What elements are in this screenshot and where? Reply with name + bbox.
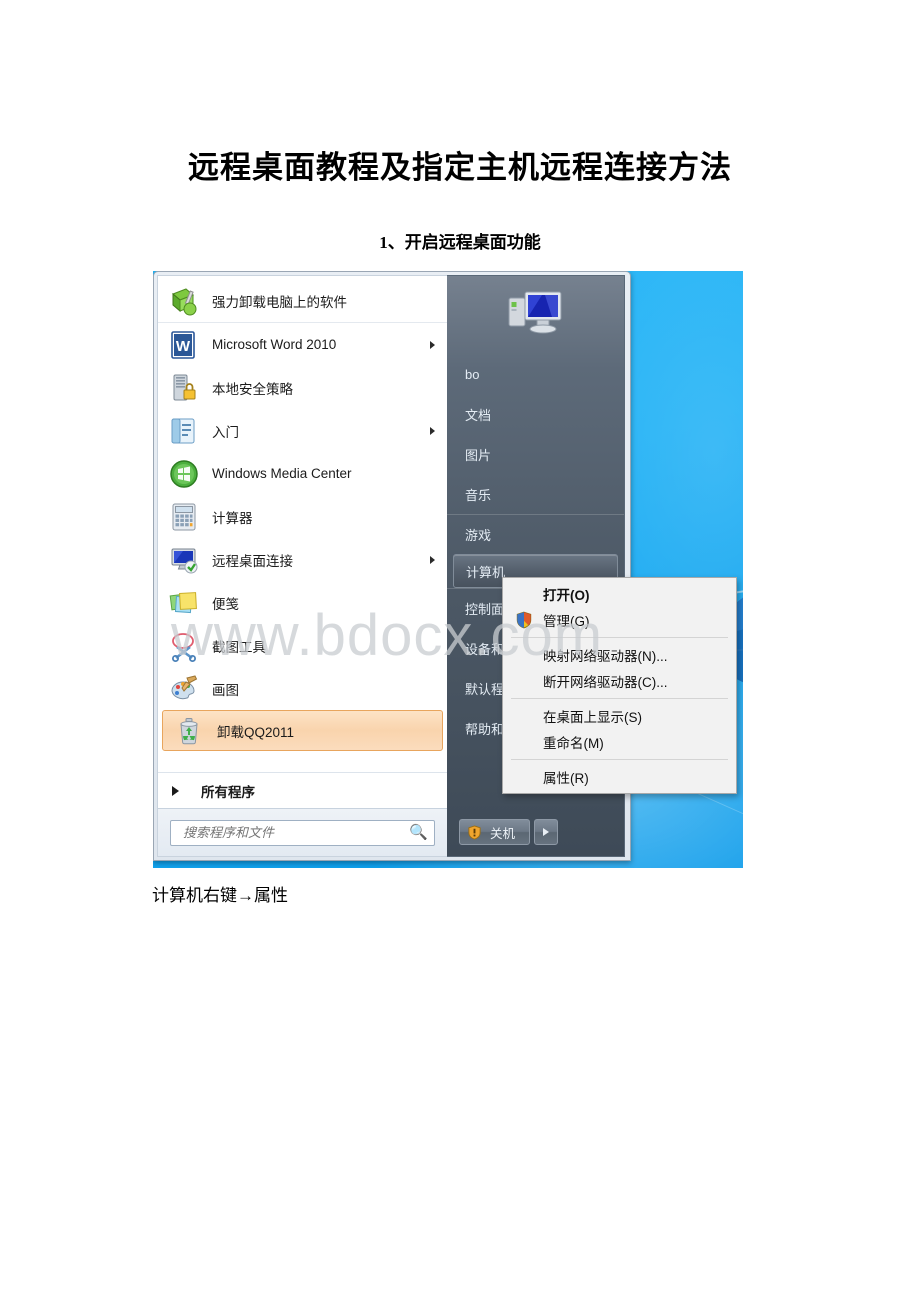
start-menu-place-pictures[interactable]: 图片: [447, 434, 624, 474]
context-menu-item-manage[interactable]: 管理(G): [503, 607, 736, 633]
start-menu-item-remote-desktop[interactable]: 远程桌面连接: [158, 538, 447, 581]
context-menu-item-label: 断开网络驱动器(C)...: [543, 675, 668, 690]
place-label: 图片: [465, 447, 492, 463]
start-menu-item-label: 画图: [212, 682, 239, 698]
context-menu-item-label: 重命名(M): [543, 736, 604, 751]
context-menu-separator: [511, 637, 728, 638]
place-label: 计算机: [466, 564, 506, 580]
start-menu-place-music[interactable]: 音乐: [447, 474, 624, 514]
page-title: 远程桌面教程及指定主机远程连接方法: [188, 150, 732, 185]
start-menu-place-user[interactable]: bo: [447, 354, 624, 394]
context-menu-separator: [511, 759, 728, 760]
recycle-bin-icon: [180, 717, 198, 744]
start-menu-item-uninstall-tool[interactable]: 强力卸载电脑上的软件: [158, 280, 447, 323]
place-label: bo: [465, 366, 480, 382]
program-list[interactable]: 强力卸载电脑上的软件 W Microsoft Word 2010 本地安全策略 …: [158, 276, 447, 772]
context-menu-item-map-network-drive[interactable]: 映射网络驱动器(N)...: [503, 642, 736, 668]
start-menu-item-label: 计算器: [212, 510, 253, 526]
place-label: 音乐: [465, 487, 492, 503]
place-label: 文档: [465, 407, 492, 423]
uac-shield-icon: [516, 611, 532, 629]
context-menu-item-properties[interactable]: 属性(R): [503, 764, 736, 790]
context-menu-item-show-on-desktop[interactable]: 在桌面上显示(S): [503, 703, 736, 729]
start-menu-item-local-security-policy[interactable]: 本地安全策略: [158, 366, 447, 409]
context-menu-item-disconnect-network-drive[interactable]: 断开网络驱动器(C)...: [503, 668, 736, 694]
start-menu-item-word[interactable]: W Microsoft Word 2010: [158, 323, 447, 366]
search-icon[interactable]: 🔍: [409, 823, 428, 842]
start-menu-item-label: 截图工具: [212, 639, 266, 655]
context-menu-item-label: 管理(G): [543, 614, 590, 629]
shutdown-options-button[interactable]: [534, 819, 559, 845]
start-menu-left-pane[interactable]: 强力卸载电脑上的软件 W Microsoft Word 2010 本地安全策略 …: [157, 275, 447, 857]
avatar[interactable]: [447, 278, 624, 354]
media-center-icon: [170, 459, 198, 488]
search-input[interactable]: [181, 823, 410, 842]
start-menu-item-snipping-tool[interactable]: 截图工具: [158, 624, 447, 667]
start-menu-item-label: 本地安全策略: [212, 381, 293, 397]
submenu-arrow-icon: [430, 426, 435, 435]
start-menu-item-label: 卸载QQ2011: [217, 724, 295, 740]
start-menu-item-label: 入门: [212, 424, 239, 440]
start-menu-item-label: Windows Media Center: [212, 466, 352, 481]
start-menu-item-label: 便笺: [212, 596, 239, 612]
all-programs-button[interactable]: 所有程序: [158, 772, 447, 808]
context-menu-item-open[interactable]: 打开(O): [503, 581, 736, 607]
shutdown-label: 关机: [490, 826, 516, 841]
start-menu-item-label: 远程桌面连接: [212, 553, 293, 569]
start-menu-item-label: Microsoft Word 2010: [212, 337, 337, 352]
start-menu-place-games[interactable]: 游戏: [447, 514, 624, 554]
word-icon: W: [171, 330, 195, 359]
chevron-right-icon: [172, 785, 179, 796]
paint-icon: [171, 674, 198, 699]
start-menu-place-documents[interactable]: 文档: [447, 394, 624, 434]
context-menu-item-label: 打开(O): [543, 588, 590, 603]
svg-text:W: W: [176, 338, 191, 355]
uninstall-tool-icon: [172, 288, 197, 316]
start-menu-item-getting-started[interactable]: 入门: [158, 409, 447, 452]
context-menu-separator: [511, 698, 728, 699]
computer-context-menu[interactable]: 打开(O) 管理(G) 映射网络驱动器(N)... 断开网络驱动器(C)... …: [502, 577, 737, 794]
context-menu-item-label: 属性(R): [543, 771, 589, 786]
local-security-policy-icon: [173, 374, 196, 400]
shutdown-area: 关机: [447, 808, 624, 856]
start-menu-item-calculator[interactable]: 计算器: [158, 495, 447, 538]
start-menu-item-label: 强力卸载电脑上的软件: [212, 295, 347, 310]
computer-monitor-avatar-icon: [508, 291, 561, 334]
context-menu-item-label: 映射网络驱动器(N)...: [543, 649, 668, 664]
search-area: 🔍: [158, 808, 447, 856]
start-menu-item-media-center[interactable]: Windows Media Center: [158, 452, 447, 495]
context-menu-item-rename[interactable]: 重命名(M): [503, 729, 736, 755]
sticky-notes-icon: [169, 591, 197, 613]
figure-caption: 计算机右键→属性: [152, 886, 288, 905]
submenu-arrow-icon: [430, 340, 435, 349]
embedded-screenshot: 强力卸载电脑上的软件 W Microsoft Word 2010 本地安全策略 …: [153, 271, 743, 868]
getting-started-icon: [171, 418, 195, 443]
start-menu-item-sticky-notes[interactable]: 便笺: [158, 581, 447, 624]
section-heading: 1、开启远程桌面功能: [379, 233, 541, 252]
context-menu-item-label: 在桌面上显示(S): [543, 710, 642, 725]
search-box[interactable]: 🔍: [170, 819, 435, 846]
shutdown-shield-icon: [468, 824, 481, 840]
chevron-right-icon: [543, 828, 550, 836]
place-label: 游戏: [465, 528, 492, 543]
all-programs-label: 所有程序: [201, 784, 255, 800]
snipping-tool-icon: [172, 632, 196, 662]
start-menu-item-uninstall-qq[interactable]: 卸载QQ2011: [162, 710, 443, 751]
remote-desktop-icon: [171, 548, 198, 573]
start-menu-item-paint[interactable]: 画图: [158, 667, 447, 710]
shutdown-button[interactable]: 关机: [459, 819, 531, 845]
submenu-arrow-icon: [430, 555, 435, 564]
calculator-icon: [172, 503, 196, 530]
